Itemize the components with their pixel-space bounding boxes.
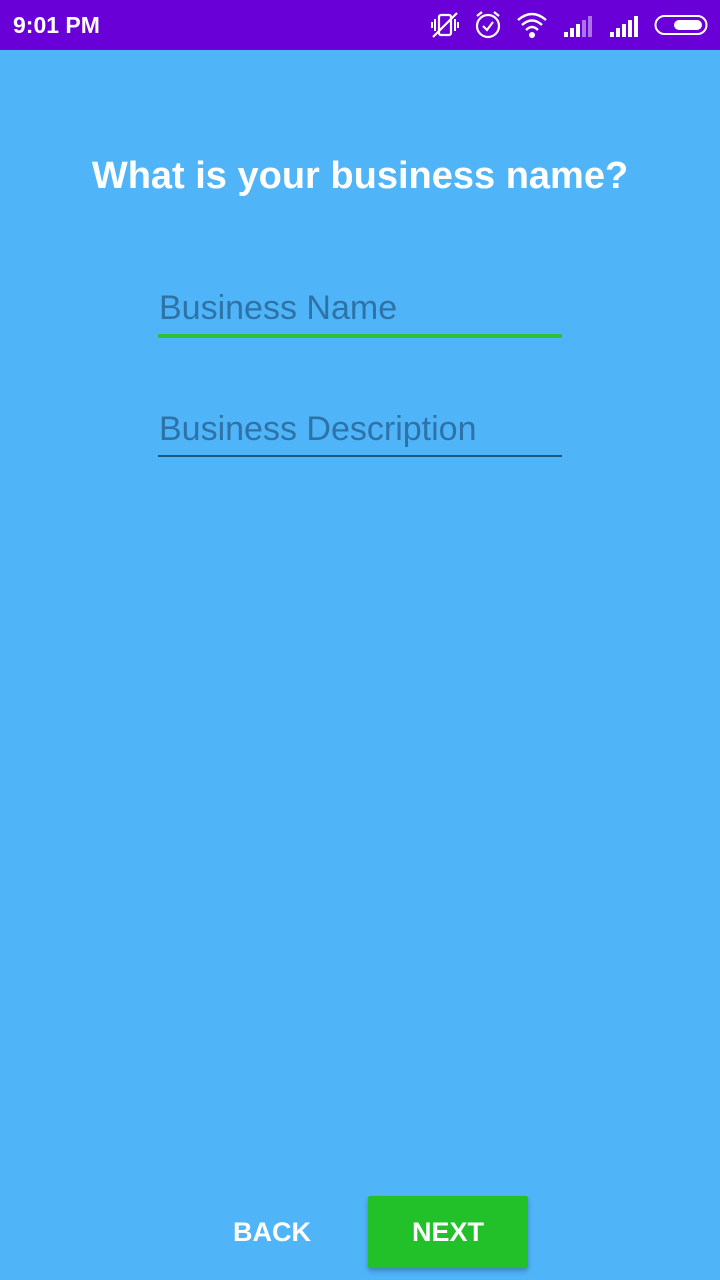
next-button[interactable]: NEXT [368,1196,528,1268]
status-time: 9:01 PM [13,12,100,38]
back-button[interactable]: BACK [214,1196,330,1268]
alarm-icon [474,8,502,42]
business-name-field [158,289,562,338]
status-icons [416,8,710,42]
vibrate-off-icon [430,8,460,42]
battery-icon [654,8,710,42]
signal-icon [608,8,640,42]
signal-icon [562,8,594,42]
wifi-icon [516,8,548,42]
business-name-input[interactable] [158,289,562,338]
business-description-input[interactable] [158,410,562,457]
status-bar: 9:01 PM [0,0,720,50]
page-title: What is your business name? [91,155,629,197]
business-description-field [158,410,562,457]
